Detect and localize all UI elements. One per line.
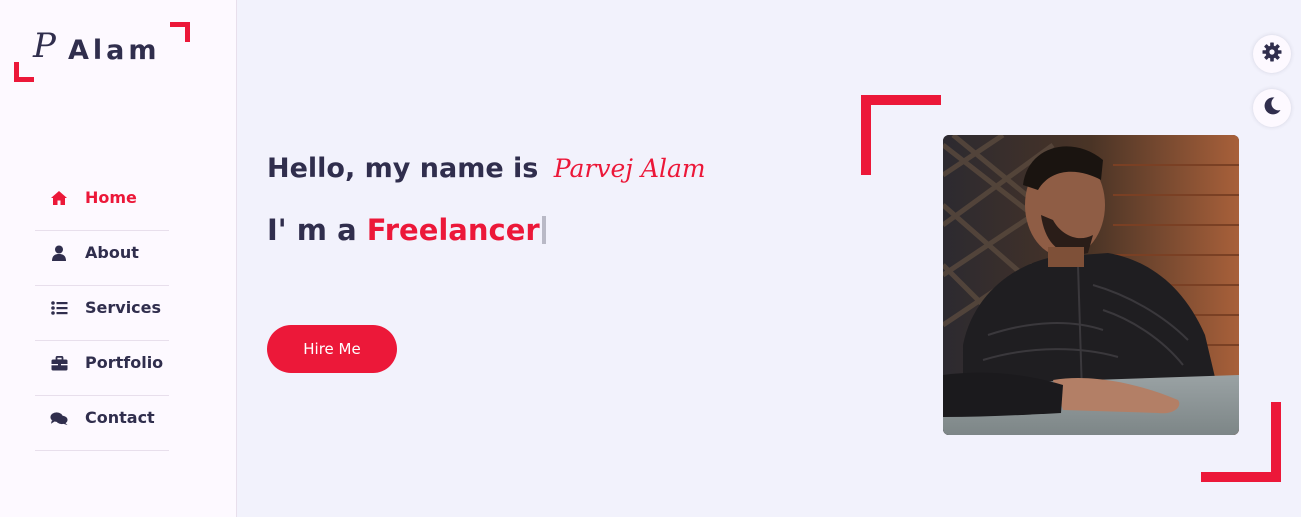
logo-text: Alam: [68, 35, 161, 66]
nav-item-home[interactable]: Home: [35, 176, 169, 231]
user-icon: [50, 244, 68, 262]
profile-photo: [943, 135, 1239, 435]
list-icon: [50, 299, 68, 317]
greeting-heading: Hello, my name is Parvej Alam: [267, 153, 706, 184]
nav-item-contact[interactable]: Contact: [35, 396, 169, 451]
nav-item-about[interactable]: About: [35, 231, 169, 286]
hero-name: Parvej Alam: [553, 154, 706, 183]
briefcase-icon: [50, 354, 68, 372]
hire-me-button[interactable]: Hire Me: [267, 325, 397, 373]
nav-item-label: Services: [85, 298, 162, 317]
logo-corner-bottom-left: [14, 62, 34, 82]
nav-item-services[interactable]: Services: [35, 286, 169, 341]
photo-frame-top-left: [861, 95, 941, 175]
sidebar: P Alam Home About Services Portfolio Con…: [0, 0, 237, 517]
nav-item-label: About: [85, 243, 139, 262]
nav-item-portfolio[interactable]: Portfolio: [35, 341, 169, 396]
logo[interactable]: P Alam: [14, 22, 190, 82]
nav-item-label: Portfolio: [85, 353, 164, 372]
role-heading: I' m a Freelancer: [267, 213, 546, 247]
nav-item-label: Home: [85, 188, 137, 207]
logo-corner-top-right: [170, 22, 190, 42]
moon-icon: [1262, 96, 1282, 121]
greeting-prefix: Hello, my name is: [267, 153, 539, 184]
comments-icon: [50, 409, 68, 427]
role-typed-text: Freelancer: [366, 213, 540, 247]
gear-icon: [1262, 42, 1282, 67]
main-nav: Home About Services Portfolio Contact: [35, 176, 169, 451]
theme-toggle-button[interactable]: [1253, 89, 1291, 127]
home-icon: [50, 189, 68, 207]
typing-cursor: [541, 216, 546, 244]
nav-item-label: Contact: [85, 408, 155, 427]
settings-button[interactable]: [1253, 35, 1291, 73]
role-prefix: I' m a: [267, 213, 357, 247]
logo-initial: P: [33, 26, 56, 66]
